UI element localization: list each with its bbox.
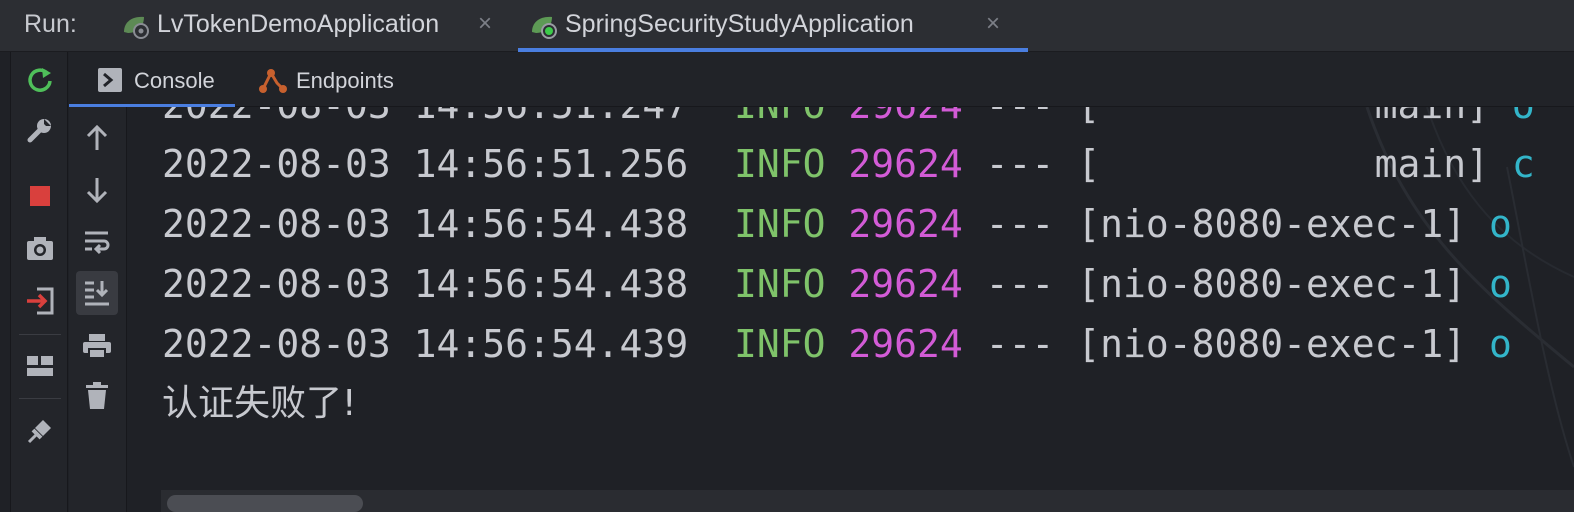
endpoints-icon xyxy=(259,69,287,93)
pin-icon[interactable] xyxy=(24,415,56,447)
panel-corner-mark xyxy=(0,476,4,484)
trash-icon[interactable] xyxy=(79,378,115,414)
console-icon xyxy=(98,68,122,92)
run-tab-bar: Run: LvTokenDemoApplication × SpringSecu… xyxy=(0,0,1574,52)
log-line: 2022-08-03 14:56:54.438 INFO 29624 --- [… xyxy=(162,262,1512,306)
print-icon[interactable] xyxy=(79,328,115,364)
arrow-down-icon[interactable] xyxy=(79,172,115,208)
log-line: 2022-08-03 14:56:54.439 INFO 29624 --- [… xyxy=(162,322,1512,366)
tab-endpoints[interactable]: Endpoints xyxy=(249,52,409,107)
arrow-up-icon[interactable] xyxy=(79,120,115,156)
tab-label: Endpoints xyxy=(296,68,394,93)
run-actions-toolbar xyxy=(10,52,68,512)
horizontal-scrollbar[interactable] xyxy=(161,490,1574,512)
soft-wrap-icon[interactable] xyxy=(79,224,115,260)
toolbar-separator xyxy=(19,334,61,335)
close-icon[interactable]: × xyxy=(478,10,492,38)
layout-icon[interactable] xyxy=(24,350,56,382)
console-tab-bar: Console Endpoints xyxy=(69,52,1574,107)
scrollbar-thumb[interactable] xyxy=(167,495,363,512)
camera-icon[interactable] xyxy=(24,232,56,264)
run-label: Run: xyxy=(24,10,77,38)
console-output[interactable]: 2022-08-03 14:56:51.247 INFO 29624 --- [… xyxy=(127,107,1574,512)
run-tab-lvtokendemo[interactable]: LvTokenDemoApplication × xyxy=(110,0,510,52)
spring-boot-run-icon xyxy=(532,16,557,39)
rerun-icon[interactable] xyxy=(24,64,56,96)
run-tool-window: Run: LvTokenDemoApplication × SpringSecu… xyxy=(0,0,1574,512)
wrench-icon[interactable] xyxy=(24,114,56,146)
scroll-to-end-icon[interactable] xyxy=(76,271,118,315)
tab-console[interactable]: Console xyxy=(69,52,235,107)
run-tab-label: LvTokenDemoApplication xyxy=(157,10,440,38)
exit-icon[interactable] xyxy=(24,285,56,317)
log-line: 2022-08-03 14:56:54.438 INFO 29624 --- [… xyxy=(162,202,1512,246)
log-line: 2022-08-03 14:56:51.247 INFO 29624 --- [… xyxy=(162,107,1535,135)
run-tab-springsecuritystudy[interactable]: SpringSecurityStudyApplication × xyxy=(518,0,1028,52)
tab-label: Console xyxy=(134,68,215,93)
close-icon[interactable]: × xyxy=(986,10,1000,38)
console-message: 认证失败了! xyxy=(162,383,357,424)
console-actions-toolbar xyxy=(69,107,127,512)
run-tab-label: SpringSecurityStudyApplication xyxy=(565,10,914,38)
log-line: 2022-08-03 14:56:51.256 INFO 29624 --- [… xyxy=(162,142,1535,186)
stop-icon[interactable] xyxy=(24,180,56,212)
spring-boot-run-icon xyxy=(124,16,149,39)
toolbar-separator xyxy=(19,398,61,399)
